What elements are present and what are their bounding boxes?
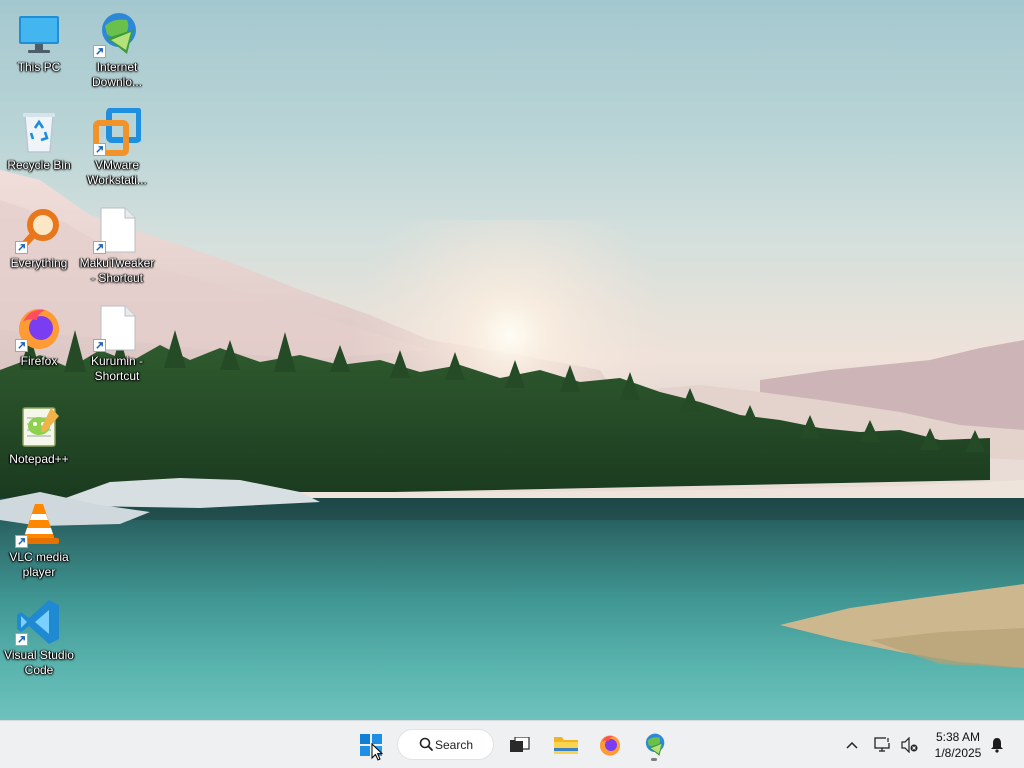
internet-download-manager-icon [93,10,141,58]
search-label: Search [435,737,474,752]
vmware-workstation-icon [93,108,141,156]
shortcut-arrow-icon [15,535,28,548]
desktop-icon-kurumin-shortcut[interactable]: Kurumin - Shortcut [78,298,156,390]
desktop-icon-label: Recycle Bin [7,158,71,172]
desktop-icon-label: Everything [10,256,68,270]
mouse-cursor-icon [371,743,383,761]
taskbar-clock[interactable]: 5:38 AM 1/8/2025 [925,729,991,761]
shortcut-arrow-icon [15,633,28,646]
desktop-icon-recycle-bin[interactable]: Recycle Bin [0,102,78,194]
file-explorer-icon [554,737,578,754]
volume-button[interactable] [897,727,921,763]
desktop-icon-label: Kurumin - Shortcut [90,354,143,383]
desktop-icon-label: VMware Workstati... [87,158,147,187]
desktop-icon-vlc-media-player[interactable]: VLC media player [0,494,78,586]
firefox-taskbar-button[interactable] [592,727,628,763]
file-explorer-button[interactable] [548,727,584,763]
notification-center-button[interactable] [986,727,1008,763]
running-indicator [651,758,657,761]
monitor-icon [15,10,63,58]
shortcut-arrow-icon [93,45,106,58]
desktop-icon-label: MakuTweaker - Shortcut [79,256,155,285]
internet-download-manager-icon [645,733,665,756]
network-status-button[interactable] [870,727,896,763]
recycle-bin-icon [15,108,63,156]
notification-bell-icon [991,738,1003,753]
volume-muted-icon [901,737,918,753]
internet-download-manager-taskbar-button[interactable] [636,727,672,763]
desktop-icon-internet-download-manager[interactable]: Internet Downlo... [78,4,156,96]
desktop-icon-everything[interactable]: Everything [0,200,78,292]
desktop-icon-vmware-workstation[interactable]: VMware Workstati... [78,102,156,194]
show-hidden-icons-button[interactable] [840,727,864,763]
shortcut-arrow-icon [15,241,28,254]
desktop-icon-label: VLC media player [9,550,69,579]
desktop-icon-label: Notepad++ [9,452,69,466]
clock-time: 5:38 AM [935,730,981,744]
desktop-icon-label: Firefox [20,354,58,368]
desktop-icon-label: This PC [17,60,61,74]
taskbar-search-box[interactable]: Search [397,729,494,760]
network-icon [874,737,892,752]
blank-file-icon [93,304,141,352]
taskbar: Search 5:38 AM 1/8/2025 [0,720,1024,768]
shortcut-arrow-icon [93,241,106,254]
desktop-icon-firefox[interactable]: Firefox [0,298,78,390]
everything-search-icon [15,206,63,254]
desktop-icon-label: Internet Downlo... [91,60,143,89]
visual-studio-code-icon [15,598,63,646]
desktop-icon-label: Visual Studio Code [4,648,74,677]
search-icon [419,737,433,751]
desktop-icon-makutweaker-shortcut[interactable]: MakuTweaker - Shortcut [78,200,156,292]
desktop-wallpaper[interactable]: This PC Internet Downlo... Recycle Bin V… [0,0,1024,720]
vlc-cone-icon [15,500,63,548]
shortcut-arrow-icon [93,339,106,352]
chevron-up-icon [846,741,858,749]
blank-file-icon [93,206,141,254]
start-button[interactable] [353,727,389,763]
shortcut-arrow-icon [93,143,106,156]
desktop-icon-this-pc[interactable]: This PC [0,4,78,96]
desktop-icon-notepad-plus-plus[interactable]: Notepad++ [0,396,78,488]
shortcut-arrow-icon [15,339,28,352]
firefox-icon [15,304,63,352]
clock-date: 1/8/2025 [934,746,982,760]
desktop-icon-visual-studio-code[interactable]: Visual Studio Code [0,592,78,684]
task-view-button[interactable] [502,727,538,763]
firefox-icon [600,735,620,756]
task-view-icon [510,737,530,752]
notepad-plus-plus-icon [15,402,63,450]
